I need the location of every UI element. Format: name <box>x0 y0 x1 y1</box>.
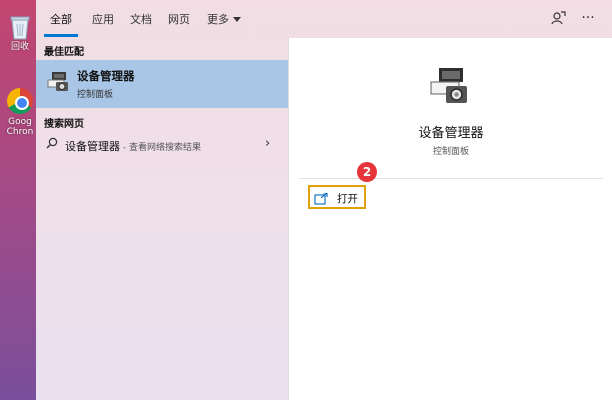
best-match-subtitle: 控制面板 <box>77 90 114 100</box>
desktop-strip: 回收 Goog Chron <box>0 0 36 400</box>
best-match-heading: 最佳匹配 <box>44 47 84 58</box>
chrome-label-line2: Chron <box>6 127 34 137</box>
tab-web[interactable]: 网页 <box>168 11 190 27</box>
detail-subtitle: 控制面板 <box>432 147 469 157</box>
feedback-icon[interactable] <box>550 10 566 26</box>
best-match-title: 设备管理器 <box>77 69 135 83</box>
detail-pane: 设备管理器 控制面板 2 打开 <box>288 38 612 400</box>
recycle-bin-icon <box>9 14 31 40</box>
chrome-icon <box>7 88 33 114</box>
detail-title: 设备管理器 <box>418 126 484 141</box>
recycle-bin-shortcut[interactable]: 回收 <box>4 14 36 52</box>
detail-divider <box>299 178 603 179</box>
chevron-right-icon[interactable]: › <box>265 136 270 151</box>
chrome-label-line1: Goog <box>8 117 32 127</box>
step-badge: 2 <box>357 162 377 182</box>
active-tab-indicator <box>44 34 78 37</box>
search-tabs: 全部 应用 文档 网页 更多 ··· <box>36 0 612 38</box>
device-manager-large-icon <box>428 66 470 106</box>
best-match-item[interactable]: 设备管理器 控制面板 <box>36 60 288 108</box>
open-button[interactable]: 打开 <box>308 185 366 209</box>
open-button-label: 打开 <box>337 193 358 205</box>
search-icon <box>46 137 58 152</box>
web-search-heading: 搜索网页 <box>44 119 84 130</box>
web-search-suffix: - 查看网络搜索结果 <box>120 143 201 153</box>
start-search-panel: 全部 应用 文档 网页 更多 ··· 最佳匹配 设备管理器 控制面板 搜索网页 … <box>36 0 612 400</box>
tab-more-label: 更多 <box>207 13 229 26</box>
recycle-bin-label: 回收 <box>10 42 29 52</box>
web-search-query: 设备管理器 <box>65 140 120 153</box>
web-search-text: 设备管理器 - 查看网络搜索结果 <box>65 138 201 154</box>
chevron-down-icon <box>233 17 241 22</box>
more-options-icon[interactable]: ··· <box>580 10 596 26</box>
results-list: 最佳匹配 设备管理器 控制面板 搜索网页 设备管理器 - 查看网络搜索结果 › <box>36 38 288 400</box>
tab-all[interactable]: 全部 <box>50 11 72 27</box>
web-search-result[interactable]: 设备管理器 - 查看网络搜索结果 › <box>36 133 288 157</box>
tab-apps[interactable]: 应用 <box>92 11 114 27</box>
open-icon <box>314 190 328 205</box>
tab-more[interactable]: 更多 <box>207 11 241 27</box>
device-manager-icon <box>46 71 70 93</box>
chrome-shortcut[interactable]: Goog Chron <box>4 88 36 137</box>
tab-documents[interactable]: 文档 <box>130 11 152 27</box>
